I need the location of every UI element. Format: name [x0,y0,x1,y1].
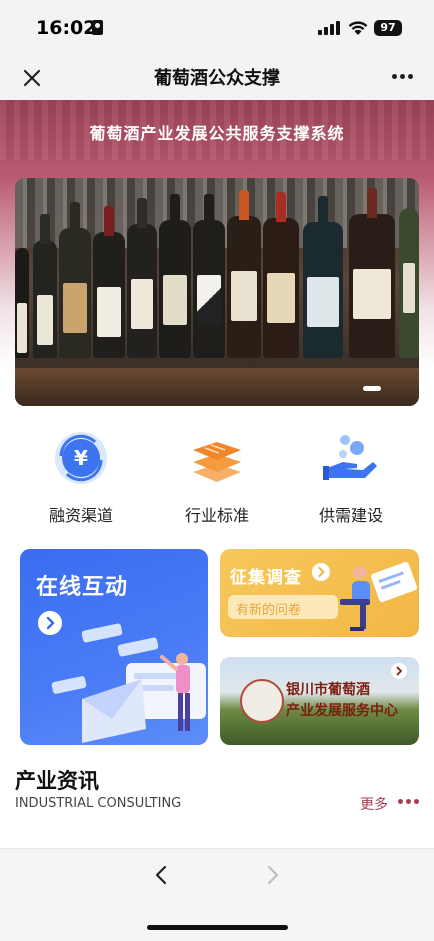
wine-bottle [349,188,395,358]
arrow-right-icon [391,663,407,679]
battery-indicator: 97 [374,20,402,36]
yuan-exchange-icon: ¥ [55,432,107,484]
card-title: 征集调查 [230,568,302,588]
wine-bottle [263,192,299,358]
page-title: 葡萄酒公众支撑 [154,68,280,89]
person-badge-icon [92,20,103,35]
more-options-icon[interactable] [392,74,414,80]
wifi-icon [348,21,368,35]
card-title-line1: 银川市葡萄酒 [286,682,370,698]
feature-label: 融资渠道 [48,506,113,525]
home-indicator [147,925,288,930]
wine-bottle [193,194,225,358]
svg-text:¥: ¥ [74,446,88,470]
status-time: 16:02 [36,17,97,39]
wine-bottle [159,194,191,358]
wine-bottle [93,206,125,358]
hero-title: 葡萄酒产业发展公共服务支撑系统 [89,124,345,143]
card-title: 在线互动 [36,575,129,600]
wine-bottle [33,214,57,358]
wine-bottle [59,202,91,358]
banner-counter [15,368,419,406]
banner-carousel[interactable] [15,178,419,406]
signal-icon [318,21,340,35]
feature-supply-demand[interactable]: 供需建设 [296,430,406,530]
back-arrow-icon[interactable] [152,864,170,886]
stacked-layers-icon [193,442,241,482]
carousel-indicator[interactable] [363,386,381,391]
survey-card[interactable]: 征集调查 有新的问卷 [220,549,419,637]
feature-label: 行业标准 [184,506,249,525]
news-section-subtitle: INDUSTRIAL CONSULTING [15,796,182,811]
feature-standards[interactable]: 行业标准 [162,430,272,530]
arrow-right-icon [312,563,330,581]
service-center-card[interactable]: 银川市葡萄酒 产业发展服务中心 [220,657,419,745]
card-subtitle: 有新的问卷 [236,603,302,618]
wine-bottle [227,190,261,358]
wine-bottle [303,196,343,358]
survey-illustration [340,561,418,631]
service-center-logo [240,679,284,723]
news-section-title: 产业资讯 [15,769,99,793]
forward-arrow-icon[interactable] [264,864,282,886]
more-dots-icon[interactable] [398,799,422,805]
feature-financing[interactable]: ¥ 融资渠道 [26,430,136,530]
news-more-link[interactable]: 更多 [360,794,388,814]
card-title-line2: 产业发展服务中心 [286,703,398,719]
feature-label: 供需建设 [318,506,383,525]
online-interaction-card[interactable]: 在线互动 [20,549,208,745]
wine-bottle [15,248,29,358]
wine-bottle [399,208,419,358]
wine-bottle [127,198,157,358]
hand-bubbles-icon [323,435,377,480]
online-illustration [51,623,206,743]
